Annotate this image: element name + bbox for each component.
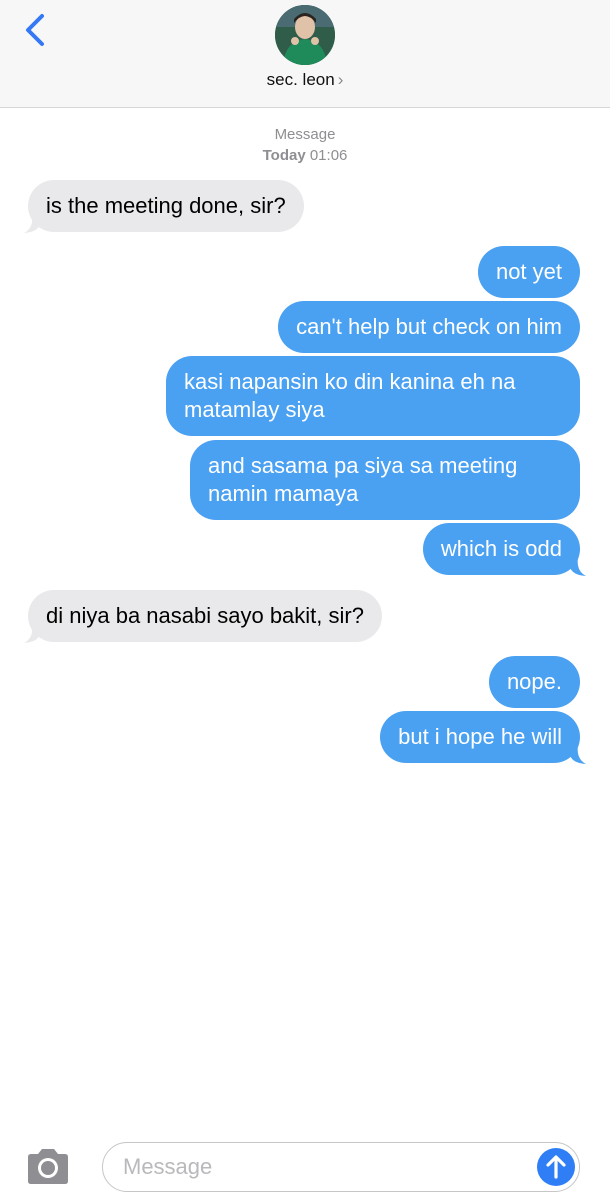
time-label: 01:06 (309, 147, 348, 164)
message-bubble-incoming[interactable]: is the meeting done, sir? (28, 180, 304, 232)
timestamp: Today 01:06 (0, 147, 610, 164)
message-bubble-outgoing[interactable]: nope. (488, 656, 580, 708)
message-bubble-outgoing[interactable]: not yet (477, 246, 580, 298)
conversation-header: sec. leon › (0, 0, 610, 108)
message-bubble-outgoing[interactable]: kasi napansin ko din kanina eh na mataml… (166, 356, 580, 436)
message-bubble-outgoing[interactable]: but i hope he will (380, 711, 580, 763)
message-input[interactable]: Message (102, 1142, 580, 1192)
chevron-left-icon[interactable] (18, 10, 58, 50)
service-label: Message (274, 126, 336, 143)
contact-name: sec. leon (266, 70, 335, 89)
send-arrow-icon (546, 1155, 566, 1179)
contact-name-button[interactable]: sec. leon › (0, 70, 610, 90)
camera-icon[interactable] (24, 1148, 72, 1186)
message-input-placeholder: Message (123, 1154, 213, 1179)
message-bubble-outgoing[interactable]: and sasama pa siya sa meeting namin mama… (190, 440, 580, 520)
chevron-right-icon: › (337, 70, 344, 89)
avatar[interactable] (275, 5, 335, 65)
bubble-tail (570, 555, 586, 576)
message-bubble-outgoing[interactable]: which is odd (422, 523, 580, 575)
message-bubble-incoming[interactable]: di niya ba nasabi sayo bakit, sir? (28, 590, 382, 642)
bubble-tail (570, 743, 586, 764)
bubble-tail (24, 622, 40, 643)
message-bubble-outgoing[interactable]: can't help but check on him (278, 301, 580, 353)
send-button[interactable] (537, 1148, 575, 1186)
bubble-tail (24, 212, 40, 233)
day-label: Today (262, 147, 306, 164)
